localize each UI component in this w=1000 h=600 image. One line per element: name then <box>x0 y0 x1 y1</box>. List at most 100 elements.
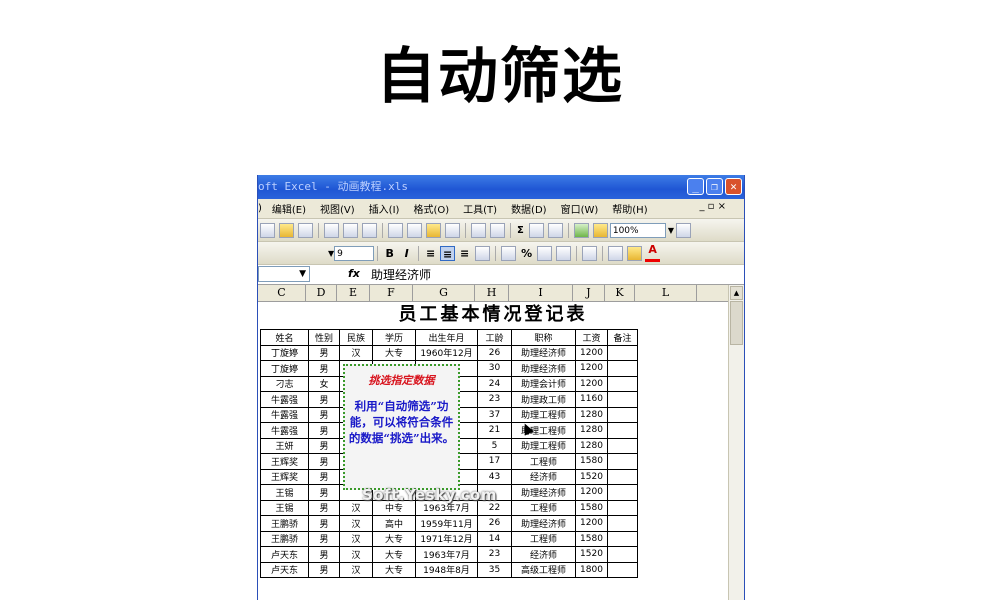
table-cell[interactable]: 汉 <box>339 546 373 563</box>
table-cell[interactable] <box>607 499 638 516</box>
table-cell[interactable]: 男 <box>308 344 340 361</box>
table-cell[interactable]: 男 <box>308 484 340 501</box>
table-cell[interactable]: 王鹏骄 <box>260 530 309 547</box>
table-cell[interactable]: 汉 <box>339 515 373 532</box>
currency-icon[interactable] <box>501 245 517 261</box>
column-header[interactable]: F <box>370 285 413 301</box>
table-cell[interactable]: 经济师 <box>511 546 576 563</box>
table-cell[interactable] <box>607 437 638 454</box>
save-icon[interactable] <box>298 222 313 238</box>
table-cell[interactable]: 卢天东 <box>260 546 309 563</box>
sort-descending-icon[interactable] <box>547 222 563 238</box>
table-cell[interactable]: 1948年8月 <box>415 561 478 578</box>
table-cell[interactable]: 职称 <box>511 329 576 346</box>
table-cell[interactable]: 助理经济师 <box>511 484 576 501</box>
menu-item-tools[interactable]: 工具(T) <box>463 201 497 216</box>
table-cell[interactable] <box>607 391 638 408</box>
table-cell[interactable] <box>607 422 638 439</box>
chart-wizard-icon[interactable] <box>573 222 589 238</box>
increase-decimal-icon[interactable] <box>556 245 572 261</box>
table-cell[interactable]: 21 <box>477 422 512 439</box>
table-cell[interactable]: 经济师 <box>511 468 576 485</box>
menu-item-window[interactable]: 窗口(W) <box>561 201 599 216</box>
table-cell[interactable]: 大专 <box>372 546 416 563</box>
menu-item-file[interactable]: ) <box>258 203 262 214</box>
format-painter-icon[interactable] <box>445 222 460 238</box>
table-cell[interactable]: 男 <box>308 468 340 485</box>
fill-color-icon[interactable] <box>627 245 643 261</box>
paste-icon[interactable] <box>426 222 441 238</box>
table-cell[interactable] <box>607 546 638 563</box>
undo-icon[interactable] <box>471 222 486 238</box>
align-right-icon[interactable]: ≡ <box>457 246 472 261</box>
percent-button[interactable]: % <box>519 246 534 261</box>
indent-icon[interactable] <box>582 245 598 261</box>
table-cell[interactable]: 工龄 <box>477 329 512 346</box>
table-cell[interactable]: 男 <box>308 530 340 547</box>
table-cell[interactable]: 26 <box>477 515 512 532</box>
table-cell[interactable]: 姓名 <box>260 329 309 346</box>
redo-icon[interactable] <box>490 222 505 238</box>
merge-center-icon[interactable] <box>475 245 491 261</box>
table-cell[interactable]: 23 <box>477 391 512 408</box>
table-cell[interactable]: 学历 <box>372 329 416 346</box>
table-cell[interactable]: 女 <box>308 375 340 392</box>
table-cell[interactable] <box>607 453 638 470</box>
table-cell[interactable]: 1160 <box>575 391 608 408</box>
table-cell[interactable]: 男 <box>308 453 340 470</box>
column-header[interactable]: C <box>258 285 306 301</box>
vertical-scrollbar[interactable]: ▲ <box>728 285 744 600</box>
zoom-select[interactable]: 100% <box>609 222 666 238</box>
table-cell[interactable]: 工程师 <box>511 530 576 547</box>
table-cell[interactable]: 大专 <box>372 530 416 547</box>
drawing-icon[interactable] <box>592 222 608 238</box>
table-cell[interactable]: 高中 <box>372 515 416 532</box>
open-icon[interactable] <box>279 222 294 238</box>
table-cell[interactable]: 35 <box>477 561 512 578</box>
table-cell[interactable]: 工程师 <box>511 499 576 516</box>
table-cell[interactable]: 刁志 <box>260 375 309 392</box>
align-left-icon[interactable]: ≡ <box>423 246 438 261</box>
table-cell[interactable]: 1520 <box>575 546 608 563</box>
table-cell[interactable]: 1200 <box>575 515 608 532</box>
close-button[interactable]: ✕ <box>725 178 742 195</box>
name-box[interactable]: ▼ <box>258 266 310 282</box>
comma-style-icon[interactable] <box>537 245 553 261</box>
table-cell[interactable] <box>607 561 638 578</box>
table-cell[interactable]: 17 <box>477 453 512 470</box>
table-cell[interactable]: 王辉奖 <box>260 468 309 485</box>
table-cell[interactable]: 高级工程师 <box>511 561 576 578</box>
table-cell[interactable]: 1960年12月 <box>415 344 478 361</box>
table-cell[interactable]: 牛露强 <box>260 406 309 423</box>
spelling-icon[interactable] <box>362 222 377 238</box>
table-cell[interactable]: 男 <box>308 360 340 377</box>
table-cell[interactable]: 助理经济师 <box>511 360 576 377</box>
minimize-button[interactable]: _ <box>687 178 704 195</box>
table-cell[interactable]: 丁旋婷 <box>260 360 309 377</box>
table-cell[interactable]: 助理工程师 <box>511 406 576 423</box>
cut-icon[interactable] <box>388 222 403 238</box>
table-cell[interactable]: 1200 <box>575 484 608 501</box>
align-center-icon[interactable]: ≡ <box>440 245 456 261</box>
table-cell[interactable]: 性别 <box>308 329 340 346</box>
table-cell[interactable]: 牛露强 <box>260 391 309 408</box>
font-size-select[interactable]: 9 <box>334 245 375 261</box>
table-cell[interactable] <box>607 468 638 485</box>
table-cell[interactable]: 王妍 <box>260 437 309 454</box>
bold-button[interactable]: B <box>382 246 397 261</box>
table-cell[interactable]: 男 <box>308 499 340 516</box>
menu-item-data[interactable]: 数据(D) <box>511 201 547 216</box>
table-cell[interactable]: 1959年11月 <box>415 515 478 532</box>
table-cell[interactable]: 1280 <box>575 406 608 423</box>
font-color-icon[interactable]: A <box>645 244 661 262</box>
table-cell[interactable]: 1580 <box>575 499 608 516</box>
table-cell[interactable]: 1280 <box>575 422 608 439</box>
print-icon[interactable] <box>324 222 339 238</box>
insert-function-icon[interactable]: fx <box>348 267 360 280</box>
table-cell[interactable]: 助理政工师 <box>511 391 576 408</box>
font-select[interactable] <box>276 246 328 261</box>
table-cell[interactable]: 助理经济师 <box>511 515 576 532</box>
table-cell[interactable]: 43 <box>477 468 512 485</box>
table-cell[interactable]: 1200 <box>575 344 608 361</box>
document-window-controls[interactable]: _ ▫ × <box>699 201 726 212</box>
